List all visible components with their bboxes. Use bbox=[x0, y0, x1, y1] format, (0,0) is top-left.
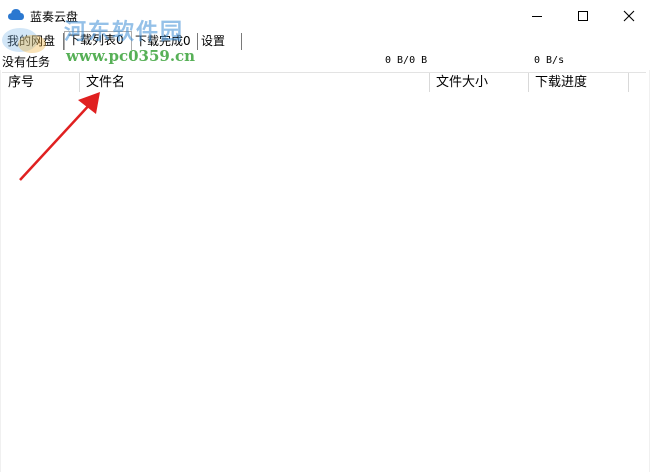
close-icon bbox=[623, 10, 635, 21]
maximize-button[interactable] bbox=[560, 0, 606, 31]
watermark-url: www.pc0359.cn bbox=[66, 47, 196, 65]
tab-settings-label: 设置 bbox=[201, 34, 226, 48]
column-header-filename[interactable]: 文件名 bbox=[80, 73, 430, 92]
column-header-progress-label: 下载进度 bbox=[535, 75, 588, 90]
download-list[interactable] bbox=[2, 92, 646, 470]
column-header-filesize[interactable]: 文件大小 bbox=[430, 73, 529, 92]
watermark-text: 河东软件园 bbox=[64, 19, 185, 45]
column-header-filename-label: 文件名 bbox=[86, 75, 126, 90]
tab-settings[interactable]: 设置 bbox=[198, 33, 242, 50]
table-header: 序号 文件名 文件大小 下载进度 bbox=[2, 72, 646, 93]
column-header-index-label: 序号 bbox=[8, 75, 35, 90]
column-header-progress[interactable]: 下载进度 bbox=[529, 73, 629, 92]
minimize-icon bbox=[532, 15, 542, 17]
maximize-icon bbox=[578, 10, 588, 21]
column-header-filesize-label: 文件大小 bbox=[436, 75, 489, 90]
close-button[interactable] bbox=[606, 0, 652, 31]
speed-text: 0 B/s bbox=[534, 55, 565, 66]
watermark-logo bbox=[2, 28, 46, 53]
column-header-index[interactable]: 序号 bbox=[2, 73, 80, 92]
column-header-filler bbox=[629, 73, 646, 92]
minimize-button[interactable] bbox=[514, 0, 560, 31]
progress-text: 0 B/0 B bbox=[385, 55, 428, 66]
